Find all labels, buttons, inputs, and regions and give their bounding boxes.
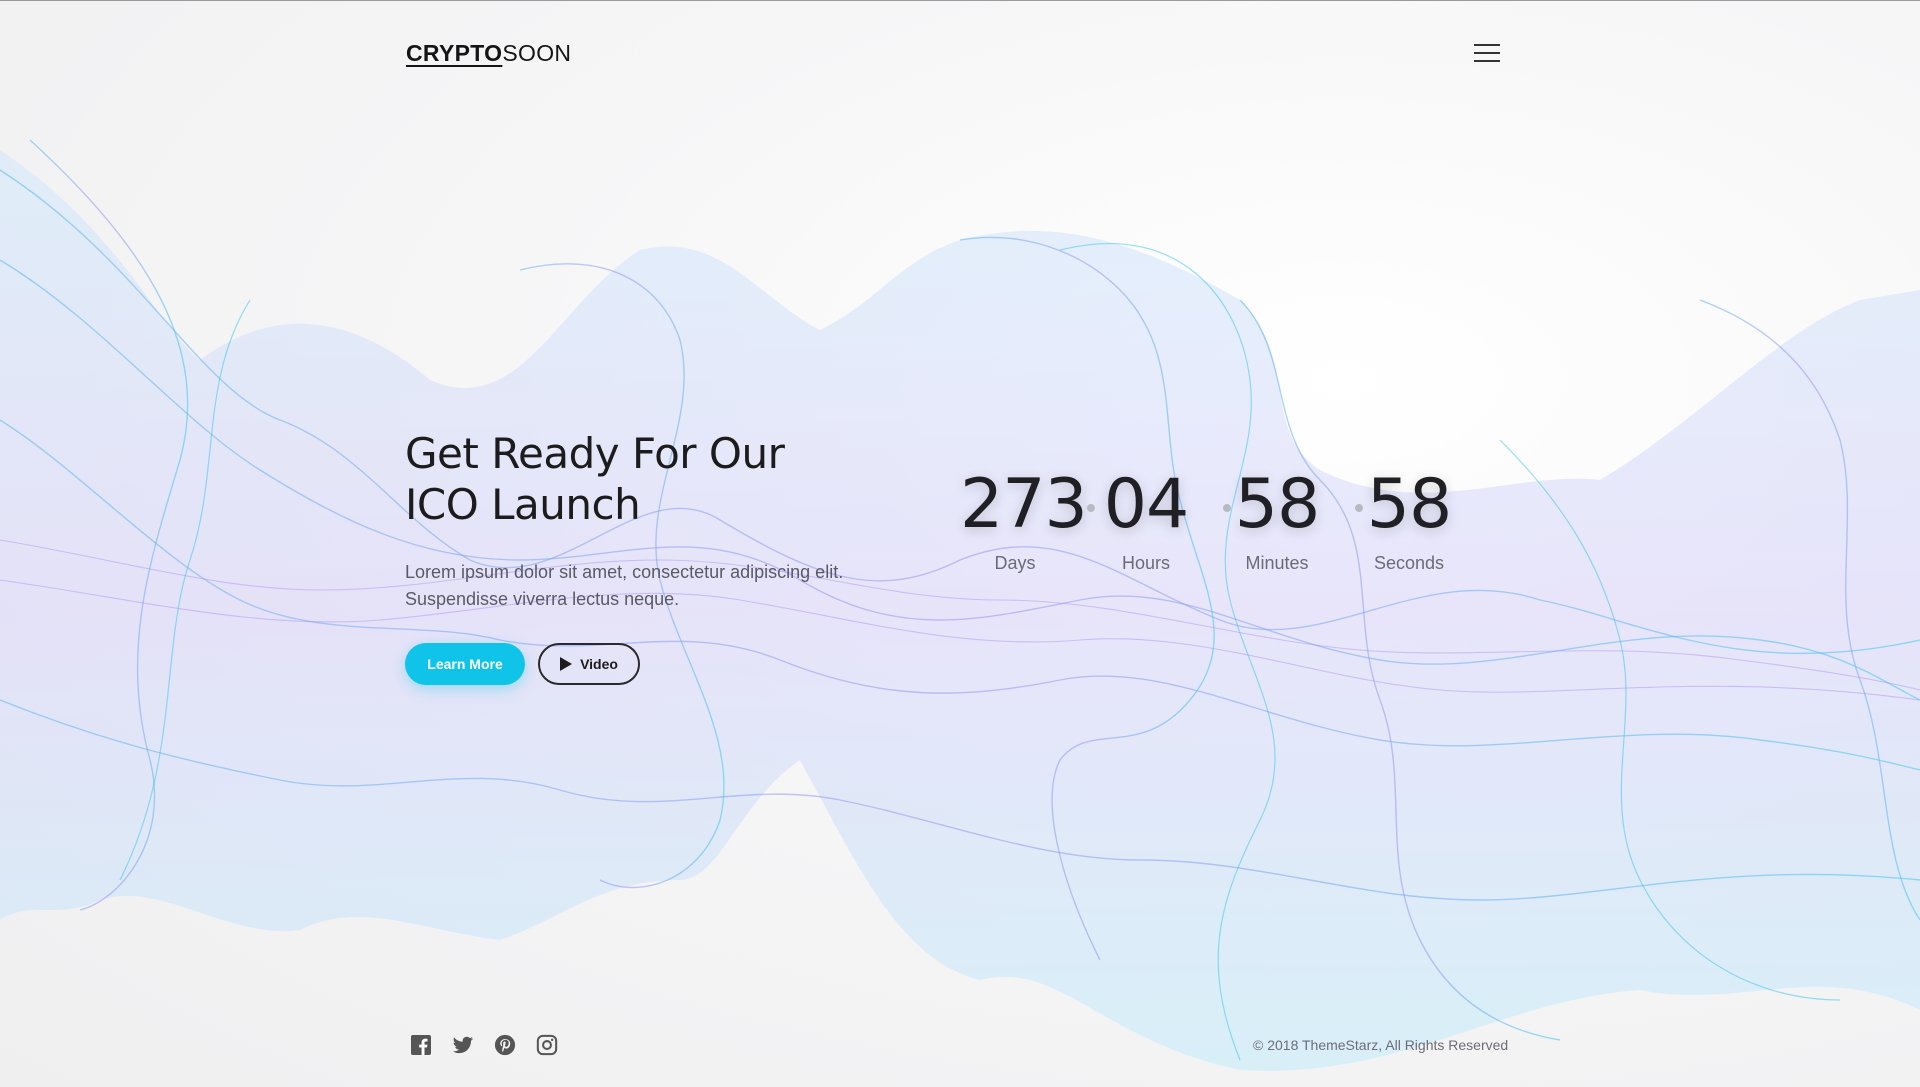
top-border: [0, 0, 1920, 1]
countdown-minutes-value: 58: [1234, 465, 1321, 544]
logo-bold-text: CRYPTO: [406, 40, 503, 66]
countdown-seconds-value: 58: [1366, 465, 1453, 544]
countdown-minutes-label: Minutes: [1245, 553, 1309, 573]
instagram-icon[interactable]: [536, 1034, 558, 1056]
countdown-days-label: Days: [994, 553, 1036, 573]
twitter-icon[interactable]: [452, 1034, 474, 1056]
hero-desc-line2: Suspendisse viverra lectus neque.: [405, 589, 680, 609]
countdown-days: 273 Days: [960, 465, 1088, 574]
play-icon: [560, 657, 573, 671]
countdown-hours: 04 Hours: [1091, 465, 1201, 574]
social-links: [410, 1034, 558, 1056]
logo-light-text: SOON: [502, 40, 572, 66]
countdown-hours-value: 04: [1103, 465, 1190, 544]
countdown-seconds-label: Seconds: [1373, 553, 1445, 573]
video-button-label: Video: [580, 656, 618, 672]
site-logo[interactable]: CRYPTOSOON: [406, 40, 571, 67]
countdown-days-value: 273: [960, 465, 1088, 544]
hero-description: Lorem ipsum dolor sit amet, consectetur …: [405, 559, 885, 613]
hero-desc-line1: Lorem ipsum dolor sit amet, consectetur …: [405, 562, 844, 582]
learn-more-button[interactable]: Learn More: [405, 643, 525, 685]
hero-title: Get Ready For Our ICO Launch: [405, 428, 825, 530]
pinterest-icon[interactable]: [494, 1034, 516, 1056]
countdown-hours-label: Hours: [1121, 553, 1170, 573]
hero-title-line2: ICO Launch: [405, 480, 641, 529]
countdown-timer: 273 Days 04 Hours 58 Minutes 58 Seconds: [960, 465, 1470, 585]
facebook-icon[interactable]: [410, 1034, 432, 1056]
countdown-minutes: 58 Minutes: [1222, 465, 1332, 574]
countdown-seconds: 58 Seconds: [1354, 465, 1464, 574]
video-button[interactable]: Video: [538, 643, 640, 685]
hamburger-menu-icon[interactable]: [1474, 42, 1500, 64]
hero-title-line1: Get Ready For Our: [405, 429, 785, 478]
copyright-text: © 2018 ThemeStarz, All Rights Reserved: [1253, 1037, 1509, 1053]
